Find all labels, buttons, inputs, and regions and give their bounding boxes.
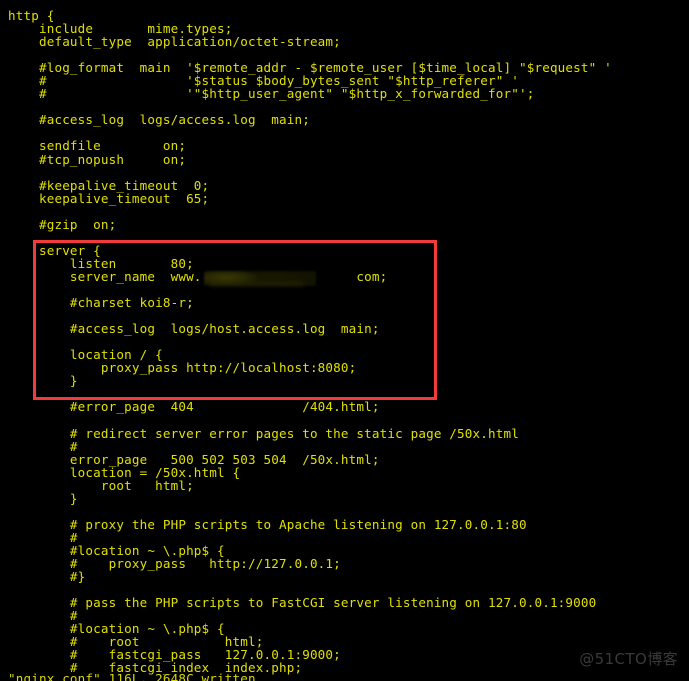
code-line: error_page 500 502 503 504 /50x.html; bbox=[8, 451, 380, 467]
code-line: # bbox=[8, 438, 78, 454]
code-line: location = /50x.html { bbox=[8, 464, 241, 480]
code-line: server { bbox=[8, 242, 101, 258]
code-line: #gzip on; bbox=[8, 216, 117, 232]
code-line: sendfile on; bbox=[8, 138, 187, 154]
code-line: #access_log logs/access.log main; bbox=[8, 112, 310, 128]
code-line: # redirect server error pages to the sta… bbox=[8, 425, 519, 441]
code-line: #error_page 404 /404.html; bbox=[8, 399, 380, 415]
config-file-text[interactable]: http { include mime.types; default_type … bbox=[8, 9, 689, 674]
code-line: # pass the PHP scripts to FastCGI server… bbox=[8, 595, 597, 611]
code-line: #} bbox=[8, 569, 86, 585]
redacted-domain-smudge bbox=[204, 271, 316, 286]
code-line: #access_log logs/host.access.log main; bbox=[8, 321, 380, 337]
code-line: #keepalive_timeout 0; bbox=[8, 177, 210, 193]
code-line: } bbox=[8, 490, 78, 506]
vim-status-line: "nginx.conf" 116L, 2648C written bbox=[8, 672, 256, 681]
site-watermark: @51CTO博客 bbox=[579, 650, 678, 668]
code-line: #charset koi8-r; bbox=[8, 295, 194, 311]
code-line: server_name www. com; bbox=[8, 268, 388, 284]
code-line: listen 80; bbox=[8, 255, 194, 271]
code-line: # bbox=[8, 529, 78, 545]
code-line: default_type application/octet-stream; bbox=[8, 34, 341, 50]
terminal-window[interactable]: http { include mime.types; default_type … bbox=[0, 0, 689, 681]
code-line: #tcp_nopush on; bbox=[8, 151, 187, 167]
code-line: proxy_pass http://localhost:8080; bbox=[8, 360, 357, 376]
code-line: } bbox=[8, 373, 78, 389]
code-line: # proxy the PHP scripts to Apache listen… bbox=[8, 516, 527, 532]
code-line: root html; bbox=[8, 477, 194, 493]
code-line: # proxy_pass http://127.0.0.1; bbox=[8, 555, 341, 571]
code-line: #location ~ \.php$ { bbox=[8, 542, 225, 558]
code-line: keepalive_timeout 65; bbox=[8, 190, 210, 206]
code-line: # '"$http_user_agent" "$http_x_forwarded… bbox=[8, 86, 535, 102]
